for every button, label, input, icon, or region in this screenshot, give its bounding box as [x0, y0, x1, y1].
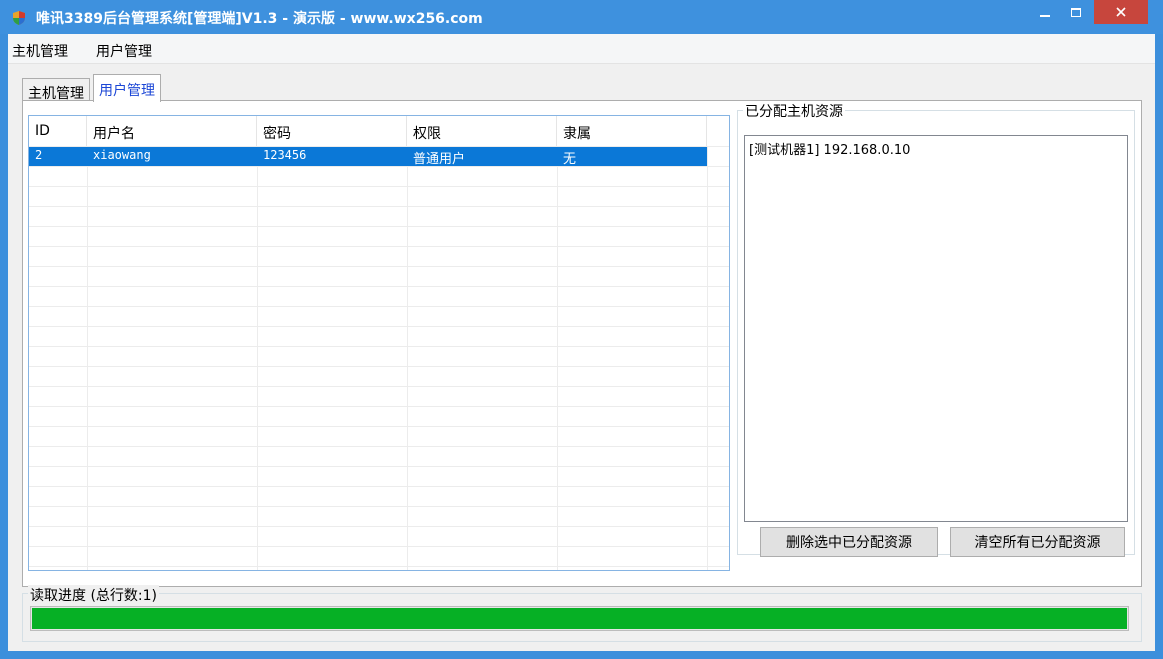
assigned-resources-list[interactable]: [测试机器1] 192.168.0.10: [744, 135, 1128, 522]
grid-column-line: [87, 146, 88, 570]
grid-column-line: [707, 146, 708, 570]
assigned-resources-label: 已分配主机资源: [743, 101, 845, 121]
tab-host-management[interactable]: 主机管理: [22, 78, 90, 102]
grid-row-line: [29, 206, 729, 207]
progress-label: 读取进度 (总行数:1): [28, 585, 159, 605]
grid-row-line: [29, 386, 729, 387]
progress-bar: [30, 606, 1129, 631]
shield-icon: [13, 11, 25, 25]
grid-column-line: [557, 146, 558, 570]
grid-row-line: [29, 246, 729, 247]
column-header-id[interactable]: ID: [29, 116, 87, 146]
grid-row-line: [29, 346, 729, 347]
grid-row-line: [29, 306, 729, 307]
grid-row-line: [29, 486, 729, 487]
grid-row-line: [29, 506, 729, 507]
list-item[interactable]: [测试机器1] 192.168.0.10: [749, 139, 910, 158]
delete-selected-resource-button[interactable]: 删除选中已分配资源: [760, 527, 938, 557]
grid-row-line: [29, 446, 729, 447]
minimize-button[interactable]: [1031, 0, 1059, 24]
column-header-password[interactable]: 密码: [257, 116, 407, 146]
grid-row-line: [29, 266, 729, 267]
cell-password: 123456: [263, 148, 307, 162]
grid-row-line: [29, 226, 729, 227]
menu-user-management[interactable]: 用户管理: [96, 41, 152, 61]
close-icon: [1116, 7, 1126, 17]
column-header-belongs[interactable]: 隶属: [557, 116, 707, 146]
progress-fill: [32, 608, 1127, 629]
tab-user-management[interactable]: 用户管理: [93, 74, 161, 102]
title-bar[interactable]: 唯讯3389后台管理系统[管理端]V1.3 - 演示版 - www.wx256.…: [0, 0, 1163, 34]
minimize-icon: [1040, 15, 1050, 17]
clear-all-resources-button[interactable]: 清空所有已分配资源: [950, 527, 1125, 557]
grid-column-line: [257, 146, 258, 570]
maximize-icon: [1071, 7, 1081, 17]
grid-column-line: [407, 146, 408, 570]
grid-row-line: [29, 546, 729, 547]
close-button[interactable]: [1094, 0, 1148, 24]
grid-row-line: [29, 166, 729, 167]
cell-username: xiaowang: [93, 148, 151, 162]
client-area: 主机管理 用户管理 主机管理 用户管理 ID 用户名 密码 权限 隶属 2 xi…: [8, 34, 1155, 651]
maximize-button[interactable]: [1062, 0, 1090, 24]
cell-id: 2: [35, 148, 43, 162]
column-header-filler: [707, 116, 729, 146]
app-window: 唯讯3389后台管理系统[管理端]V1.3 - 演示版 - www.wx256.…: [0, 0, 1163, 659]
column-header-role[interactable]: 权限: [407, 116, 557, 146]
menu-host-management[interactable]: 主机管理: [12, 41, 68, 61]
users-table[interactable]: ID 用户名 密码 权限 隶属 2 xiaowang 123456 普通用户 无: [28, 115, 730, 571]
grid-row-line: [29, 426, 729, 427]
menu-bar: 主机管理 用户管理: [8, 34, 1155, 64]
grid-row-line: [29, 286, 729, 287]
grid-row-line: [29, 406, 729, 407]
grid-row-line: [29, 566, 729, 567]
grid-row-line: [29, 366, 729, 367]
grid-row-line: [29, 326, 729, 327]
column-header-username[interactable]: 用户名: [87, 116, 257, 146]
window-title: 唯讯3389后台管理系统[管理端]V1.3 - 演示版 - www.wx256.…: [36, 11, 483, 27]
grid-row-line: [29, 526, 729, 527]
grid-row-line: [29, 186, 729, 187]
cell-belongs: 无: [563, 152, 577, 167]
user-management-panel: ID 用户名 密码 权限 隶属 2 xiaowang 123456 普通用户 无…: [22, 100, 1142, 587]
cell-role: 普通用户: [413, 152, 466, 167]
grid-row-line: [29, 466, 729, 467]
